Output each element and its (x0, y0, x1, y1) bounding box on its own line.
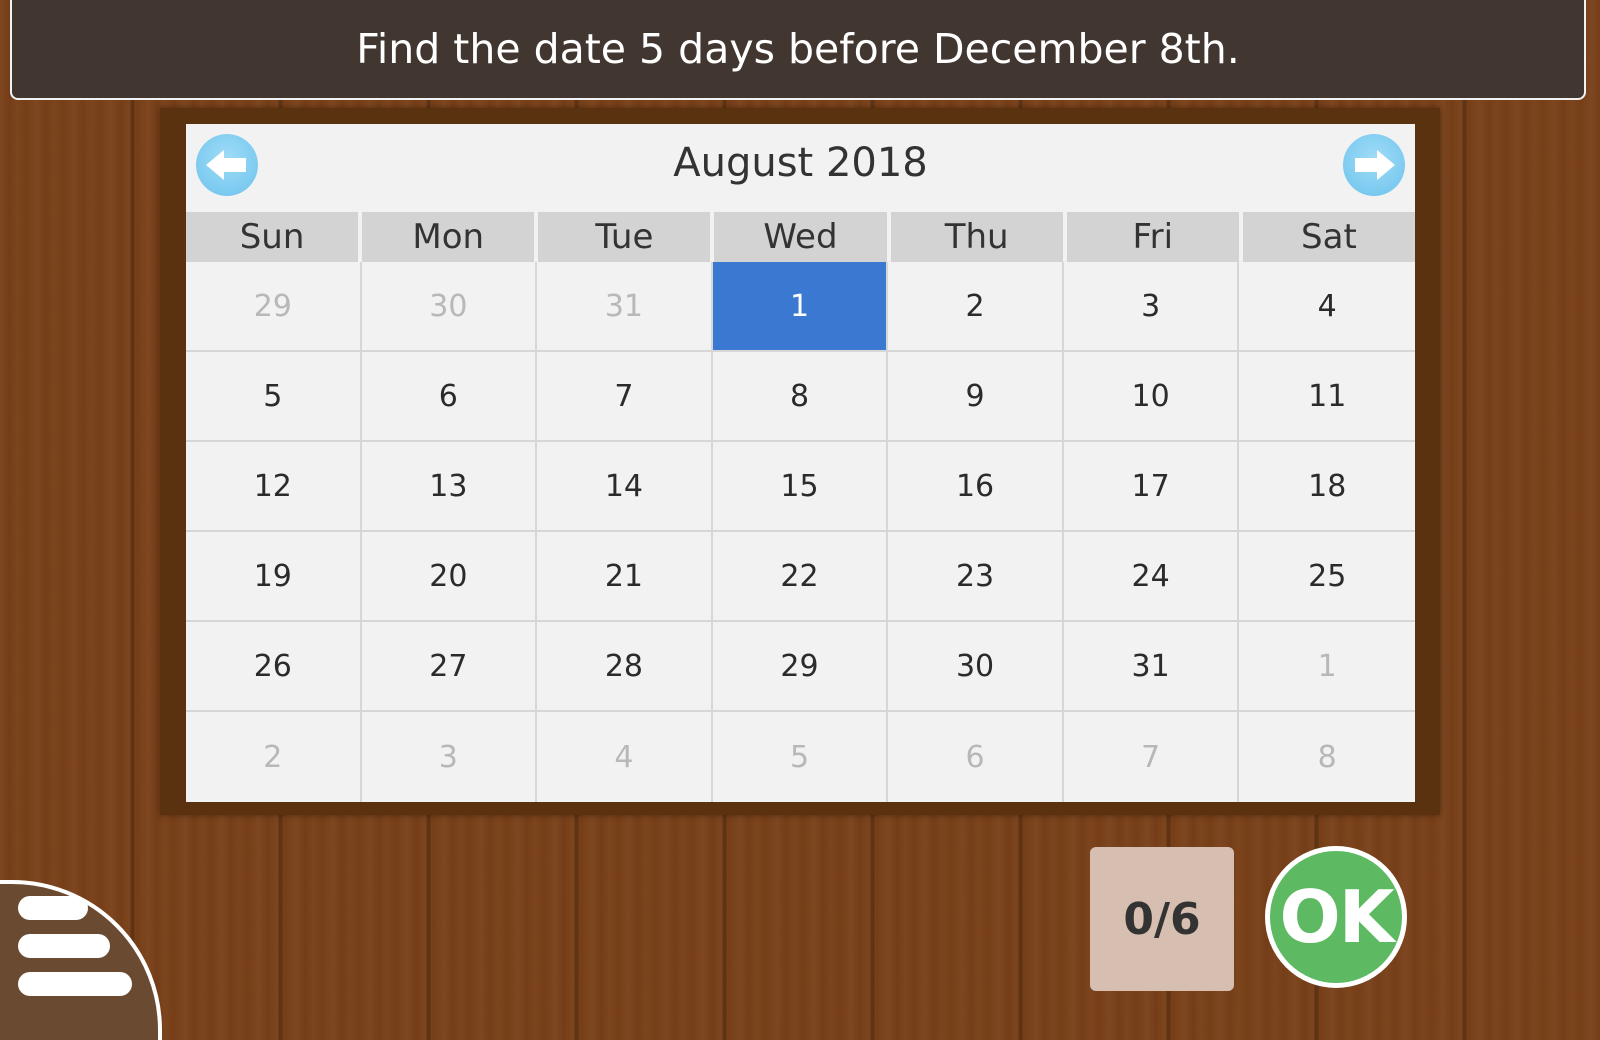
day-cell[interactable]: 22 (712, 532, 889, 622)
day-cell[interactable]: 24 (1063, 532, 1240, 622)
next-month-button[interactable] (1343, 134, 1405, 196)
calendar: August 2018 Sun Mon Tue Wed Thu Fri Sat … (186, 124, 1415, 802)
day-cell[interactable]: 23 (888, 532, 1064, 622)
day-cell[interactable]: 3 (1063, 262, 1240, 352)
day-cell[interactable]: 8 (712, 352, 889, 442)
day-cell-adjacent-month[interactable]: 3 (362, 712, 538, 802)
day-cell[interactable]: 10 (1063, 352, 1240, 442)
day-cell[interactable]: 9 (888, 352, 1064, 442)
day-cell[interactable]: 15 (712, 442, 889, 532)
day-cell-adjacent-month[interactable]: 2 (186, 712, 362, 802)
day-cell-adjacent-month[interactable]: 8 (1239, 712, 1415, 802)
weekday-label: Sun (186, 212, 359, 262)
day-cell[interactable]: 19 (186, 532, 362, 622)
day-cell-adjacent-month[interactable]: 30 (361, 262, 538, 352)
weekday-label: Wed (714, 212, 887, 262)
prompt-bar: Find the date 5 days before December 8th… (10, 0, 1586, 100)
weekday-label: Tue (538, 212, 711, 262)
day-grid: 29 30 31 1 2 3 4 5 6 7 8 9 10 11 12 13 14 15 16 17 18 19 20 21 2… (186, 262, 1415, 802)
day-cell[interactable]: 6 (361, 352, 538, 442)
weekday-header-row: Sun Mon Tue Wed Thu Fri Sat (186, 212, 1415, 262)
day-cell[interactable]: 27 (361, 622, 538, 712)
day-cell[interactable]: 25 (1239, 532, 1415, 622)
day-cell[interactable]: 5 (186, 352, 362, 442)
ok-button-label: OK (1279, 875, 1395, 959)
day-cell[interactable]: 11 (1239, 352, 1415, 442)
day-cell-adjacent-month[interactable]: 7 (1064, 712, 1240, 802)
day-cell[interactable]: 7 (537, 352, 713, 442)
day-cell[interactable]: 29 (712, 622, 889, 712)
day-cell-adjacent-month[interactable]: 4 (537, 712, 713, 802)
day-cell[interactable]: 12 (186, 442, 362, 532)
day-cell[interactable]: 2 (888, 262, 1064, 352)
day-cell[interactable]: 17 (1063, 442, 1240, 532)
day-cell[interactable]: 4 (1239, 262, 1415, 352)
day-cell[interactable]: 20 (361, 532, 538, 622)
ok-button[interactable]: OK (1265, 846, 1407, 988)
menu-button[interactable] (0, 880, 162, 1040)
day-cell[interactable]: 21 (537, 532, 713, 622)
day-cell[interactable]: 30 (888, 622, 1064, 712)
day-cell-adjacent-month[interactable]: 29 (186, 262, 362, 352)
prompt-text: Find the date 5 days before December 8th… (356, 25, 1240, 73)
day-cell-adjacent-month[interactable]: 31 (537, 262, 713, 352)
day-cell[interactable]: 26 (186, 622, 362, 712)
day-cell[interactable]: 13 (361, 442, 538, 532)
weekday-label: Sat (1242, 212, 1415, 262)
day-cell-adjacent-month[interactable]: 1 (1239, 622, 1415, 712)
day-cell-adjacent-month[interactable]: 5 (713, 712, 889, 802)
day-cell-selected[interactable]: 1 (712, 262, 889, 352)
arrow-right-icon (1355, 150, 1395, 180)
weekday-label: Thu (890, 212, 1063, 262)
month-title: August 2018 (673, 140, 928, 186)
day-cell[interactable]: 18 (1239, 442, 1415, 532)
day-cell[interactable]: 14 (537, 442, 713, 532)
score-counter: 0/6 (1090, 847, 1234, 991)
day-cell[interactable]: 31 (1063, 622, 1240, 712)
day-cell[interactable]: 16 (888, 442, 1064, 532)
day-cell[interactable]: 28 (537, 622, 713, 712)
weekday-label: Fri (1066, 212, 1239, 262)
day-cell-adjacent-month[interactable]: 6 (888, 712, 1064, 802)
weekday-label: Mon (362, 212, 535, 262)
